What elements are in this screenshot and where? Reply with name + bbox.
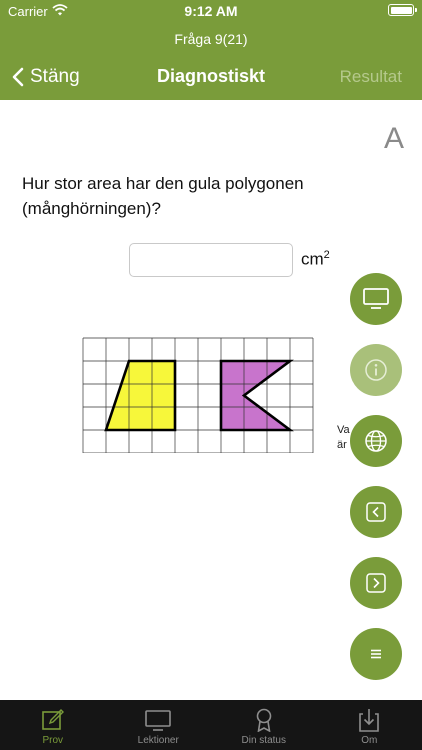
screen-button[interactable]	[350, 273, 402, 325]
edit-icon	[41, 709, 64, 730]
status-bar: Carrier 9:12 AM	[0, 0, 422, 24]
question-counter: Fråga 9(21)	[174, 31, 248, 47]
status-time: 9:12 AM	[184, 3, 238, 19]
close-button-label: Stäng	[30, 66, 80, 87]
tab-prov-label: Prov	[42, 735, 64, 746]
side-text-line-2: är	[337, 439, 347, 451]
info-button[interactable]	[350, 344, 402, 396]
close-button[interactable]: Stäng	[12, 64, 80, 90]
font-size-toggle[interactable]: A	[384, 122, 404, 156]
tab-om[interactable]: Om	[317, 700, 422, 750]
unit-text: cm	[301, 249, 324, 269]
tab-din-status-label: Din status	[241, 735, 286, 746]
question-text: Hur stor area har den gula polygonen (må…	[22, 174, 304, 218]
unit-exponent: 2	[323, 249, 330, 261]
monitor-icon	[363, 288, 389, 309]
tab-lektioner[interactable]: Lektioner	[106, 700, 212, 750]
language-button[interactable]	[350, 415, 402, 467]
results-button[interactable]: Resultat	[340, 67, 402, 87]
tab-bar: Prov Lektioner Din status Om	[0, 700, 422, 750]
chevron-right-icon	[366, 573, 386, 593]
truncated-side-text: Va är	[337, 423, 350, 453]
chevron-left-icon	[366, 502, 386, 522]
app-screen: Carrier 9:12 AM Fråga 9(21) Stäng Diagno…	[0, 0, 422, 750]
header: Carrier 9:12 AM Fråga 9(21) Stäng Diagno…	[0, 0, 422, 100]
info-icon	[365, 359, 387, 381]
tab-prov[interactable]: Prov	[0, 700, 106, 750]
unit-label: cm2	[301, 249, 330, 270]
tab-om-label: Om	[361, 735, 378, 746]
download-icon	[359, 709, 380, 732]
menu-icon	[371, 649, 381, 659]
tab-lektioner-label: Lektioner	[137, 735, 179, 746]
answer-input[interactable]	[129, 243, 293, 277]
side-text-line-1: Va	[337, 424, 350, 436]
previous-button[interactable]	[350, 486, 402, 538]
polygon-figure	[82, 337, 314, 453]
award-icon	[256, 708, 272, 732]
battery-icon	[388, 4, 417, 16]
menu-button[interactable]	[350, 628, 402, 680]
next-button[interactable]	[350, 557, 402, 609]
tab-din-status[interactable]: Din status	[211, 700, 317, 750]
globe-icon	[365, 430, 387, 452]
back-chevron-icon	[12, 67, 24, 87]
monitor-icon	[145, 710, 172, 731]
